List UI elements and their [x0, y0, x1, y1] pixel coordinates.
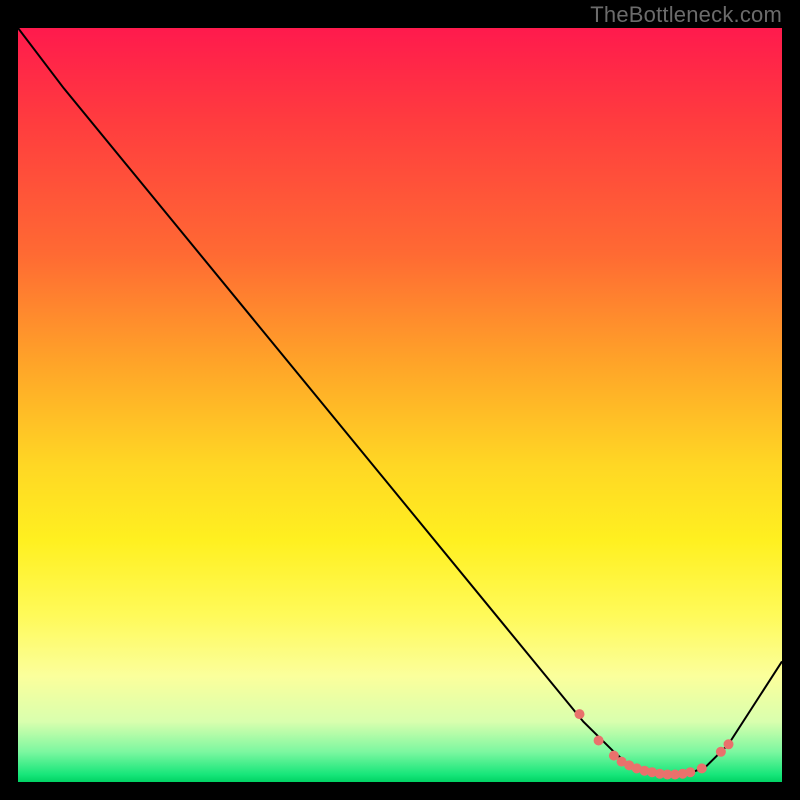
- curve-marker: [575, 709, 585, 719]
- bottleneck-curve: [18, 28, 782, 775]
- curve-marker: [716, 747, 726, 757]
- curve-marker: [685, 767, 695, 777]
- curve-marker: [697, 763, 707, 773]
- watermark-label: TheBottleneck.com: [590, 4, 782, 26]
- chart-frame: TheBottleneck.com: [0, 0, 800, 800]
- curve-marker: [724, 739, 734, 749]
- gradient-background: [18, 28, 782, 782]
- curve-layer: [18, 28, 782, 782]
- curve-marker: [594, 736, 604, 746]
- curve-markers: [575, 709, 734, 779]
